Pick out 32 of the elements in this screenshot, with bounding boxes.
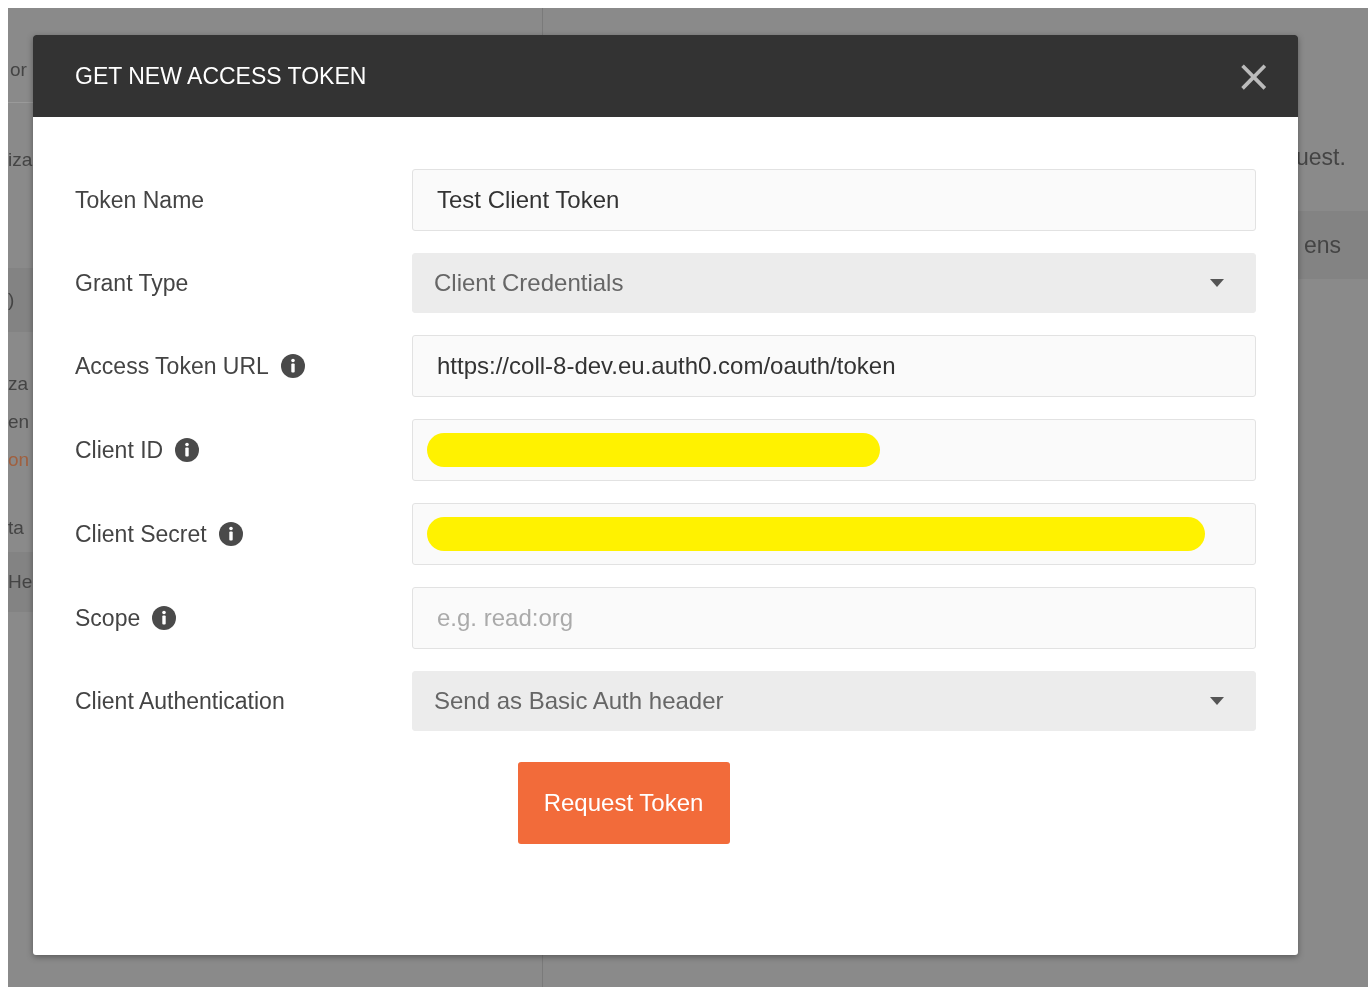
info-icon[interactable] — [280, 354, 305, 378]
background-text: He — [8, 570, 33, 594]
background-text: ta — [8, 516, 24, 540]
background-text: on — [8, 448, 30, 472]
field-label: Client Secret — [75, 520, 207, 548]
field-label: Client Authentication — [75, 687, 285, 715]
info-icon[interactable] — [175, 438, 200, 462]
input-field[interactable] — [412, 419, 1256, 481]
close-button[interactable]: × — [1231, 54, 1276, 98]
caret-icon — [1209, 278, 1225, 288]
background-text: en — [8, 410, 30, 434]
background-text: iza — [8, 148, 33, 172]
field-label: Client ID — [75, 436, 164, 464]
background-text: ens — [1304, 232, 1342, 258]
input-field[interactable]: Test Client Token — [412, 169, 1256, 231]
dropdown[interactable]: Send as Basic Auth header — [412, 671, 1256, 731]
background-text: za — [8, 372, 29, 396]
background-text: or — [10, 58, 27, 82]
field-label: Scope — [75, 604, 141, 632]
field-label: Grant Type — [75, 269, 189, 297]
info-icon[interactable] — [218, 522, 243, 546]
input-field[interactable]: e.g. read:org — [412, 587, 1256, 649]
dropdown[interactable]: Client Credentials — [412, 253, 1256, 313]
input-field[interactable]: https://coll-8-dev.eu.auth0.com/oauth/token — [412, 335, 1256, 397]
input-field[interactable] — [412, 503, 1256, 565]
caret-icon — [1209, 696, 1225, 706]
dialog-title: GET NEW ACCESS TOKEN — [75, 62, 367, 90]
info-icon[interactable] — [152, 606, 177, 630]
background-text: ) — [8, 288, 15, 312]
field-label: Access Token URL — [75, 352, 269, 380]
field-label: Token Name — [75, 186, 205, 214]
background-text: uest. — [1296, 144, 1346, 170]
